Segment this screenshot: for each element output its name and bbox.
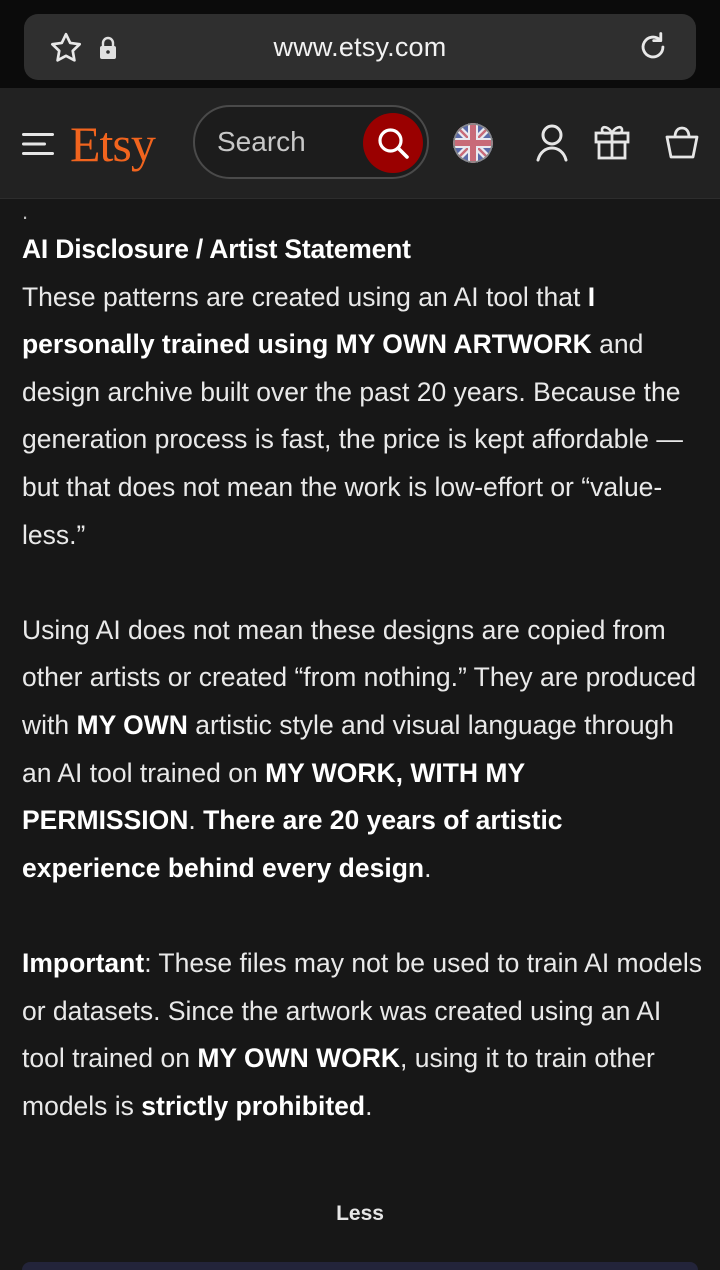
- reload-icon[interactable]: [636, 30, 670, 64]
- less-button[interactable]: Less: [0, 1202, 720, 1226]
- search-input[interactable]: [217, 125, 357, 159]
- star-icon[interactable]: [48, 30, 84, 66]
- bag-icon[interactable]: [664, 124, 700, 160]
- url-text[interactable]: www.etsy.com: [24, 32, 696, 63]
- gift-icon[interactable]: [594, 122, 630, 160]
- text: and design archive built over the past 2…: [22, 329, 683, 550]
- paragraph-1: These patterns are created using an AI t…: [22, 274, 702, 560]
- bold-text: MY OWN WORK: [197, 1043, 400, 1074]
- etsy-logo[interactable]: Etsy: [70, 116, 156, 172]
- bold-text: strictly prohibited: [141, 1090, 366, 1121]
- search-button[interactable]: [363, 113, 423, 173]
- bold-text: MY OWN: [76, 709, 188, 740]
- address-bar[interactable]: www.etsy.com: [24, 14, 696, 80]
- browser-toolbar: www.etsy.com: [0, 0, 720, 88]
- hamburger-icon[interactable]: [22, 130, 56, 158]
- flag-icon[interactable]: [453, 123, 493, 163]
- listing-description: . AI Disclosure / Artist Statement These…: [22, 198, 702, 1130]
- text: These patterns are created using an AI t…: [22, 281, 588, 312]
- search-box[interactable]: [193, 105, 429, 179]
- search-icon: [378, 128, 409, 159]
- bold-text: Important: [22, 947, 145, 978]
- section-heading: AI Disclosure / Artist Statement: [22, 234, 411, 264]
- paragraph-3: Important: These files may not be used t…: [22, 940, 702, 1130]
- truncation-dot: .: [22, 199, 29, 224]
- lock-icon: [100, 36, 116, 59]
- text: .: [365, 1090, 373, 1121]
- user-icon[interactable]: [534, 122, 570, 164]
- text: .: [188, 805, 204, 836]
- paragraph-2: Using AI does not mean these designs are…: [22, 607, 702, 893]
- site-header: Etsy: [0, 88, 720, 199]
- text: .: [424, 852, 432, 883]
- next-section-edge: [22, 1262, 698, 1270]
